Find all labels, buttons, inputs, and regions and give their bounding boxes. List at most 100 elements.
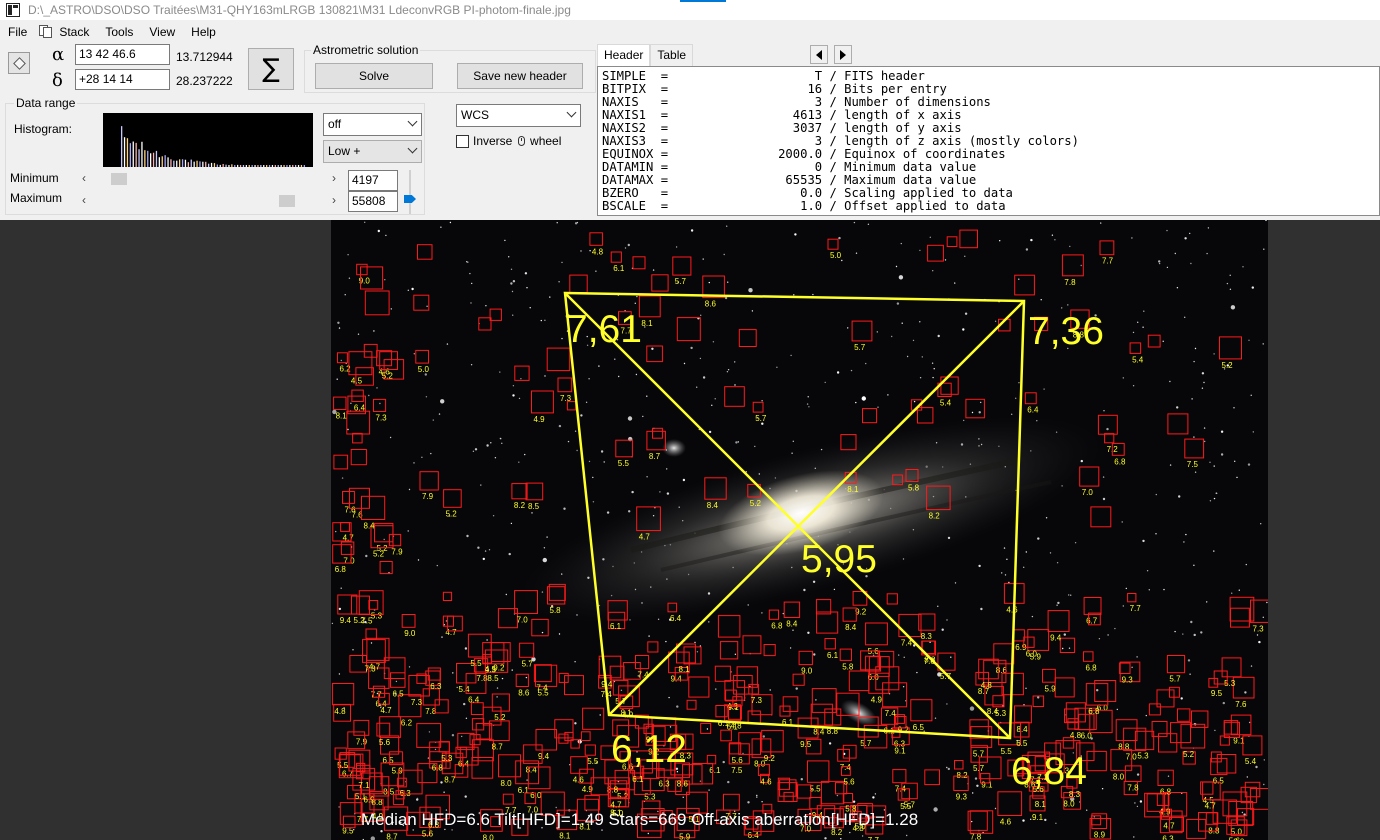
- statistics-button[interactable]: ∑: [248, 48, 294, 90]
- star: [974, 777, 978, 780]
- maximum-slider[interactable]: ‹ ›: [80, 192, 338, 210]
- star: [1190, 620, 1193, 624]
- star-hfd-value: 4.7: [381, 706, 393, 715]
- star: [1220, 430, 1224, 433]
- star-hfd-value: 8.1: [1035, 800, 1047, 809]
- star-hfd-value: 7.9: [391, 548, 403, 557]
- star-hfd-value: 8.7: [444, 776, 456, 785]
- histogram-bar: [234, 165, 236, 167]
- star: [933, 368, 935, 370]
- star-box: [763, 644, 776, 657]
- previous-button[interactable]: [810, 45, 828, 64]
- star: [946, 619, 948, 621]
- next-button[interactable]: [834, 45, 852, 64]
- inverse-wheel-checkbox[interactable]: [456, 135, 469, 148]
- star-box: [1090, 506, 1112, 528]
- star-box: [502, 793, 514, 805]
- star: [807, 631, 810, 634]
- flip-button[interactable]: [8, 52, 30, 74]
- star-box: [1148, 703, 1161, 716]
- star: [734, 384, 736, 386]
- scroll-left-icon[interactable]: ‹: [82, 193, 86, 207]
- minimum-value-field[interactable]: 4197: [348, 170, 398, 191]
- saturation-slider[interactable]: [403, 168, 417, 216]
- star: [574, 722, 577, 725]
- delta-input[interactable]: +28 14 14: [75, 69, 170, 90]
- star: [964, 255, 966, 257]
- star-box: [353, 719, 370, 736]
- star: [1169, 380, 1171, 383]
- star: [682, 796, 684, 798]
- wcs-select[interactable]: WCS: [456, 104, 581, 127]
- maximum-value-field[interactable]: 55808: [348, 191, 398, 212]
- star: [902, 686, 905, 688]
- star-box: [646, 345, 663, 363]
- star-hfd-value: 7.7: [1130, 604, 1142, 613]
- star: [337, 321, 340, 324]
- star: [903, 656, 905, 658]
- star: [544, 319, 546, 321]
- star: [1182, 633, 1184, 635]
- star: [1143, 310, 1145, 312]
- maximum-slider-thumb[interactable]: [279, 195, 296, 207]
- star: [408, 666, 411, 668]
- star-hfd-value: 8.3: [921, 632, 933, 641]
- star-hfd-value: 5.2: [1183, 750, 1195, 759]
- alpha-input[interactable]: 13 42 46.6: [75, 44, 170, 65]
- star: [350, 402, 352, 404]
- menu-view[interactable]: View: [141, 25, 183, 39]
- star-box: [1210, 751, 1222, 763]
- star: [348, 277, 351, 279]
- fits-header-memo[interactable]: SIMPLE = T / FITS header BITPIX = 16 / B…: [597, 66, 1380, 216]
- star: [838, 236, 841, 240]
- star: [647, 832, 649, 835]
- star: [1201, 372, 1205, 375]
- mouse-icon: [517, 136, 525, 146]
- menu-tools[interactable]: Tools: [97, 25, 141, 39]
- star: [891, 335, 893, 338]
- star-box: [379, 561, 393, 575]
- tab-header[interactable]: Header: [597, 44, 651, 67]
- star-hfd-value: 8.4: [813, 727, 825, 736]
- stretch-select[interactable]: off: [323, 113, 422, 136]
- astro-image[interactable]: 7.9 8.2 7.3 8.8 5.4 4.9 8.1 7.8 5.7 8.1 5.2 5.2 7.0 6…: [331, 220, 1268, 840]
- menu-stack[interactable]: Stack: [55, 25, 97, 39]
- solve-button[interactable]: Solve: [315, 63, 433, 89]
- star-box: [809, 797, 822, 810]
- star-box: [515, 673, 529, 687]
- star: [1045, 517, 1048, 519]
- slider-thumb[interactable]: [404, 195, 416, 203]
- star: [944, 259, 947, 261]
- inverse-wheel-label[interactable]: Inverse wheel: [473, 134, 561, 148]
- star-box: [1147, 334, 1161, 348]
- star: [636, 295, 638, 298]
- scroll-left-icon[interactable]: ‹: [82, 171, 86, 185]
- star: [436, 564, 438, 567]
- save-header-button[interactable]: Save new header: [457, 63, 583, 89]
- star: [338, 327, 341, 329]
- star: [1006, 558, 1008, 560]
- star-hfd-value: 6.1: [632, 775, 644, 784]
- image-viewer[interactable]: 7.9 8.2 7.3 8.8 5.4 4.9 8.1 7.8 5.7 8.1 5.2 5.2 7.0 6…: [0, 220, 1380, 840]
- star: [486, 444, 489, 447]
- star: [347, 428, 349, 431]
- star: [543, 547, 546, 549]
- star-hfd-value: 9.4: [1050, 634, 1062, 643]
- minimum-slider[interactable]: ‹ ›: [80, 170, 338, 188]
- tab-table[interactable]: Table: [650, 44, 694, 66]
- star: [338, 806, 340, 808]
- scroll-right-icon[interactable]: ›: [332, 193, 336, 207]
- star: [1248, 721, 1251, 724]
- star-hfd-value: 7.3: [376, 414, 388, 423]
- star: [1163, 588, 1165, 591]
- menu-file[interactable]: File: [0, 25, 35, 39]
- star-hfd-value: 8.1: [336, 412, 348, 421]
- range-select[interactable]: Low +: [323, 140, 422, 163]
- minimum-slider-thumb[interactable]: [111, 173, 128, 185]
- menu-help[interactable]: Help: [183, 25, 224, 39]
- stack-icon[interactable]: [39, 25, 55, 39]
- star: [898, 654, 900, 656]
- star: [1194, 471, 1197, 473]
- star: [1122, 605, 1124, 607]
- scroll-right-icon[interactable]: ›: [332, 171, 336, 185]
